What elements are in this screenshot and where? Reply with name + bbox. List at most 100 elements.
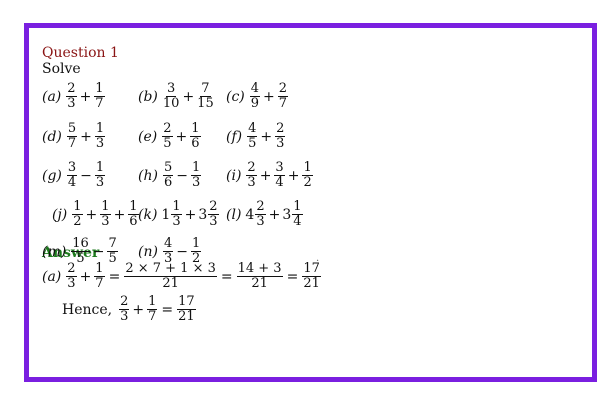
operator: + bbox=[259, 167, 272, 184]
denominator: 3 bbox=[163, 251, 173, 266]
problem-item: (k) 1 1 3 +3 2 3 bbox=[138, 199, 220, 229]
problem-item: (c) 4 9 +2 7 bbox=[226, 81, 289, 110]
instruction-text: Solve bbox=[42, 61, 81, 77]
numerator: 3 bbox=[66, 160, 78, 176]
numerator: 1 bbox=[292, 199, 303, 215]
denominator: 6 bbox=[191, 136, 200, 151]
fraction: 16 5 bbox=[71, 236, 90, 266]
problem-item: (f) 4 5 +2 3 bbox=[226, 121, 286, 151]
problem-item: (h) 5 6−1 3 bbox=[138, 160, 202, 189]
answer-line-1: (a) 2 3 +1 7 = 2 × 7 + 1 × 3 21 = 14 + 3 21 = 17 21 bbox=[42, 261, 372, 291]
numerator: 7 bbox=[107, 236, 118, 252]
numerator: 7 bbox=[200, 81, 211, 97]
numerator: 3 bbox=[166, 81, 177, 97]
problem-label: (a) bbox=[42, 88, 62, 105]
denominator: 7 bbox=[148, 309, 157, 324]
operator: + bbox=[132, 301, 145, 318]
numerator: 1 bbox=[94, 81, 105, 97]
denominator: 2 bbox=[191, 251, 201, 266]
stray-mark: . bbox=[316, 253, 320, 264]
denominator: 21 bbox=[251, 276, 268, 291]
numerator: 1 bbox=[190, 160, 202, 176]
fraction: 57 bbox=[66, 121, 78, 151]
problem-item: (m) 16 5−7 5 bbox=[42, 236, 119, 266]
numerator: 4 bbox=[249, 81, 261, 97]
numerator: 3 bbox=[274, 160, 285, 176]
numerator: 2 bbox=[277, 81, 289, 97]
equals-sign: = bbox=[108, 268, 121, 285]
operator: + bbox=[263, 88, 275, 105]
equals-sign: = bbox=[286, 268, 299, 285]
numerator: 17 bbox=[302, 261, 321, 277]
operator: + bbox=[184, 206, 197, 223]
numerator: 2 bbox=[66, 81, 77, 97]
whole-number: 4 bbox=[245, 206, 255, 223]
denominator: 5 bbox=[108, 251, 117, 266]
numerator: 16 bbox=[71, 236, 90, 252]
problem-label: (c) bbox=[226, 88, 245, 105]
operator: + bbox=[175, 128, 188, 145]
fraction: 49 bbox=[249, 81, 261, 110]
problem-label: (j) bbox=[52, 206, 68, 223]
denominator: 7 bbox=[95, 276, 104, 291]
equals-sign: = bbox=[161, 301, 174, 318]
problem-label: (b) bbox=[138, 88, 158, 105]
denominator: 21 bbox=[178, 309, 195, 324]
denominator: 5 bbox=[163, 136, 172, 151]
denominator: 3 bbox=[101, 214, 110, 229]
fraction: 17 21 bbox=[177, 295, 196, 324]
denominator: 7 bbox=[95, 96, 104, 111]
fraction: 23 bbox=[119, 294, 130, 323]
problem-label: (i) bbox=[226, 167, 242, 184]
numerator: 2 bbox=[119, 294, 130, 310]
operator: − bbox=[92, 243, 105, 260]
numerator: 2 bbox=[275, 121, 286, 137]
problem-label: (e) bbox=[138, 128, 158, 145]
problem-label: (l) bbox=[226, 206, 242, 223]
denominator: 5 bbox=[248, 136, 257, 151]
fraction: 13 bbox=[94, 161, 106, 190]
problem-label: (f) bbox=[226, 128, 243, 145]
fraction: 12 bbox=[190, 237, 202, 266]
problem-item: (a) 2 3 +1 7 bbox=[42, 81, 106, 111]
numerator: 1 bbox=[302, 160, 313, 176]
denominator: 3 bbox=[67, 96, 76, 111]
fraction: 17 21 bbox=[302, 261, 321, 291]
denominator: 3 bbox=[95, 175, 105, 190]
fraction: 34 bbox=[274, 160, 285, 189]
numerator: 2 bbox=[208, 199, 219, 215]
problem-label: (n) bbox=[138, 243, 158, 260]
fraction: 13 bbox=[190, 160, 202, 189]
problem-item: (b) 3 10 +7 15 bbox=[138, 81, 215, 110]
fraction: 45 bbox=[247, 122, 258, 151]
fraction: 23 bbox=[66, 81, 77, 111]
denominator: 3 bbox=[172, 214, 181, 229]
denominator: 3 bbox=[247, 175, 256, 190]
fraction: 13 bbox=[171, 200, 182, 229]
operator: + bbox=[287, 167, 300, 184]
fraction: 25 bbox=[162, 122, 173, 151]
problem-item: (l) 4 2 3 +3 1 4 bbox=[226, 199, 304, 228]
exercise-content: Question 1 Solve (a) 2 3 +1 7 (b) 3 10 +7 15 (c) 4 9… bbox=[42, 45, 372, 323]
answer-line-2: Hence, 2 3 +1 7 = 17 21 bbox=[62, 294, 372, 324]
denominator: 2 bbox=[303, 175, 312, 190]
problem-item: (j) 1 2 +1 3 +1 6 bbox=[52, 199, 140, 229]
fraction: 12 bbox=[72, 199, 83, 228]
operator: + bbox=[182, 88, 195, 105]
numerator: 4 bbox=[162, 236, 174, 252]
equals-sign: = bbox=[220, 268, 233, 285]
denominator: 21 bbox=[303, 276, 320, 291]
fraction: 12 bbox=[302, 160, 313, 190]
numerator: 5 bbox=[66, 121, 78, 137]
denominator: 3 bbox=[276, 136, 285, 151]
numerator: 14 + 3 bbox=[236, 261, 283, 277]
fraction: 17 bbox=[94, 262, 105, 291]
operator: − bbox=[176, 167, 188, 184]
fraction: 14 + 3 21 bbox=[236, 261, 283, 291]
fraction: 2 × 7 + 1 × 3 21 bbox=[124, 262, 217, 290]
numerator: 1 bbox=[72, 199, 83, 215]
denominator: 5 bbox=[76, 251, 85, 266]
denominator: 7 bbox=[67, 136, 77, 151]
numerator: 2 bbox=[66, 261, 77, 277]
problem-item: (d) 5 7 +1 3 bbox=[42, 121, 106, 151]
